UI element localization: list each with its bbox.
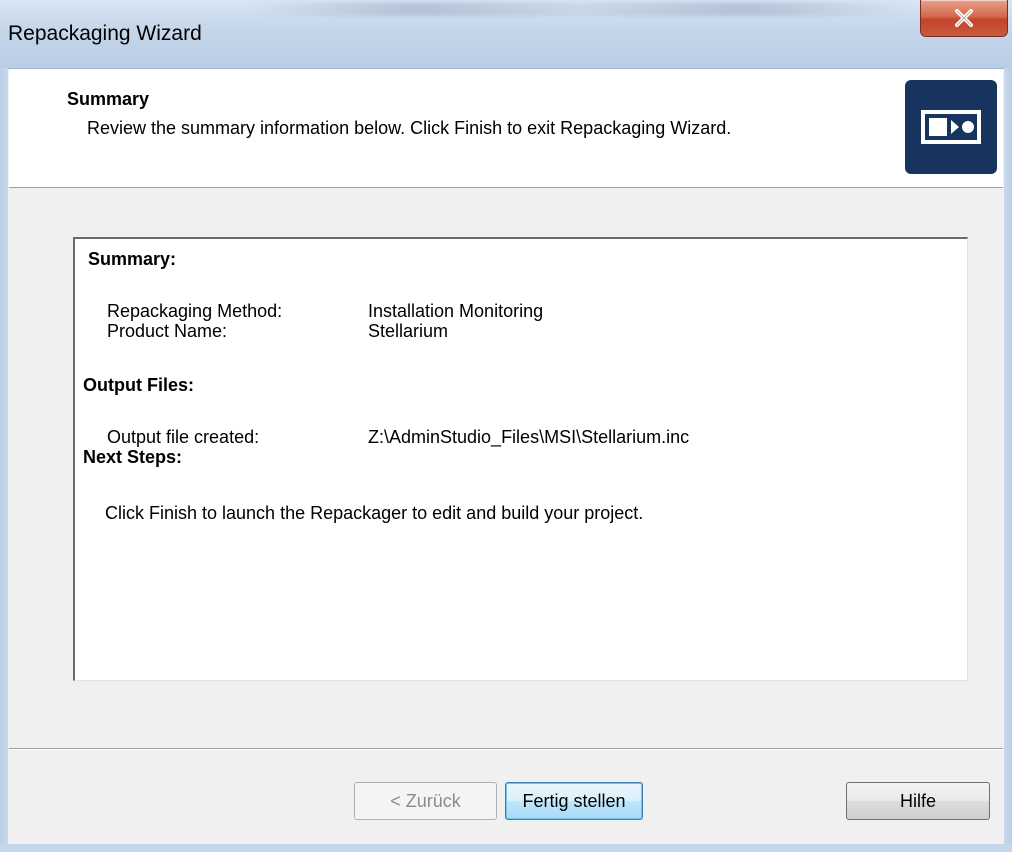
summary-heading: Summary:	[88, 249, 177, 269]
help-button[interactable]: Hilfe	[846, 782, 990, 820]
next-steps-text: Click Finish to launch the Repackager to…	[105, 503, 644, 523]
back-button[interactable]: < Zurück	[354, 782, 497, 820]
product-label: Product Name:	[107, 321, 228, 341]
page-title: Summary	[67, 89, 150, 109]
window-frame-left	[0, 68, 8, 852]
window-frame-right	[1004, 68, 1012, 852]
page-description: Review the summary information below. Cl…	[87, 118, 732, 138]
close-button[interactable]	[920, 0, 1008, 37]
window-frame-bottom	[0, 844, 1012, 852]
background-blur	[250, 2, 910, 16]
next-steps-heading: Next Steps:	[83, 447, 183, 467]
output-label: Output file created:	[107, 427, 260, 447]
finish-button[interactable]: Fertig stellen	[505, 782, 643, 820]
method-label: Repackaging Method:	[107, 301, 283, 321]
product-value: Stellarium	[368, 321, 449, 341]
repackager-logo-icon	[905, 80, 997, 174]
summary-panel: Summary: Repackaging Method: Installatio…	[73, 237, 968, 681]
wizard-header: Summary Review the summary information b…	[9, 69, 1003, 188]
window-title: Repackaging Wizard	[8, 22, 202, 45]
method-value: Installation Monitoring	[368, 301, 544, 321]
output-heading: Output Files:	[83, 375, 194, 395]
footer-divider	[9, 748, 1003, 750]
output-value: Z:\AdminStudio_Files\MSI\Stellarium.inc	[368, 427, 690, 447]
close-icon	[955, 9, 973, 27]
title-bar: Repackaging Wizard	[0, 0, 1012, 69]
